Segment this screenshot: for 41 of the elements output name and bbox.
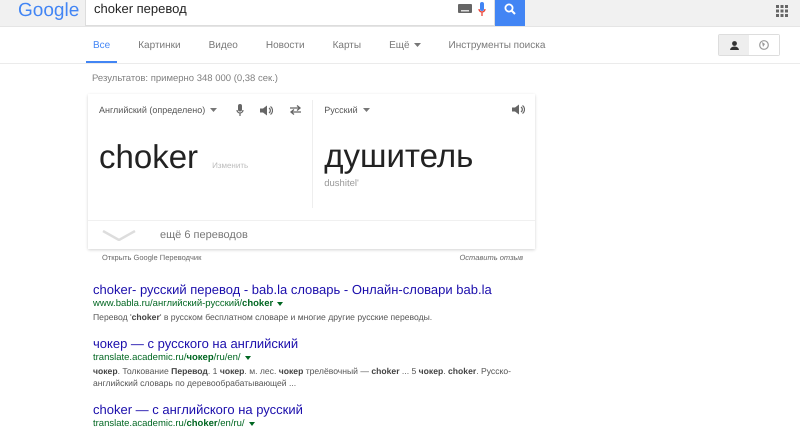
caret-icon[interactable] bbox=[277, 302, 284, 306]
caret-icon[interactable] bbox=[244, 356, 251, 360]
person-icon bbox=[730, 40, 738, 50]
search-tab[interactable]: Инструменты поиска bbox=[442, 27, 552, 63]
search-tab[interactable]: Картинки bbox=[131, 27, 188, 63]
swap-arrows-icon[interactable] bbox=[289, 105, 302, 115]
google-logo[interactable]: Google bbox=[18, 1, 85, 21]
speaker-icon[interactable] bbox=[260, 104, 274, 116]
caret-icon bbox=[362, 108, 370, 112]
search-field[interactable]: choker перевод bbox=[85, 0, 495, 26]
transliteration: dushitel' bbox=[324, 178, 360, 189]
result-title-link[interactable]: чокер — с русского на английский bbox=[93, 336, 533, 352]
result-snippet: чокер. Толкование Перевод. 1 чокер. м. лес. чокер трелёвочный — choker ... 5 чокер. choker. Русско-английский словарь по деревообрабатывающей ... bbox=[93, 365, 512, 389]
result-title-link[interactable]: choker- русский перевод - bab.la словарь - Онлайн-словари bab.la bbox=[93, 282, 533, 298]
source-word: choker bbox=[99, 138, 198, 176]
result-url: www.babla.ru/английский-русский/choker bbox=[93, 298, 274, 310]
translated-word: душитель bbox=[324, 137, 474, 175]
result-stats: Результатов: примерно 348 000 (0,38 сек.) bbox=[92, 73, 278, 84]
search-icon bbox=[504, 3, 516, 15]
apps-grid-icon[interactable] bbox=[776, 5, 788, 17]
caret-icon bbox=[210, 108, 218, 112]
speaker-icon[interactable] bbox=[512, 104, 525, 115]
microphone-icon[interactable] bbox=[478, 2, 486, 16]
search-tab[interactable]: Видео bbox=[202, 27, 245, 63]
search-tab[interactable]: Все bbox=[86, 27, 118, 63]
caret-icon bbox=[414, 43, 421, 47]
result-snippet: Перевод 'choker' в русском бесплатном словаре и многие другие русские переводы. bbox=[93, 311, 434, 323]
result-url: translate.academic.ru/чокер/ru/en/ bbox=[93, 352, 241, 364]
search-tab[interactable]: Карты bbox=[326, 27, 368, 63]
result-title-link[interactable]: choker — с английского на русский bbox=[93, 402, 533, 418]
caret-icon[interactable] bbox=[248, 422, 255, 426]
source-language-select[interactable]: Английский (определено) bbox=[99, 105, 218, 115]
microphone-icon[interactable] bbox=[236, 104, 244, 116]
result-url: translate.academic.ru/choker/en/ru/ bbox=[93, 418, 245, 430]
view-toggle-button[interactable] bbox=[719, 35, 749, 55]
search-tab[interactable]: Новости bbox=[258, 27, 312, 63]
more-translations-link[interactable]: ещё 6 переводов bbox=[160, 229, 248, 241]
search-button[interactable] bbox=[495, 0, 525, 26]
search-tab[interactable]: Ещё bbox=[382, 27, 428, 63]
keyboard-icon[interactable] bbox=[458, 4, 472, 13]
target-language-select[interactable]: Русский bbox=[324, 104, 370, 114]
